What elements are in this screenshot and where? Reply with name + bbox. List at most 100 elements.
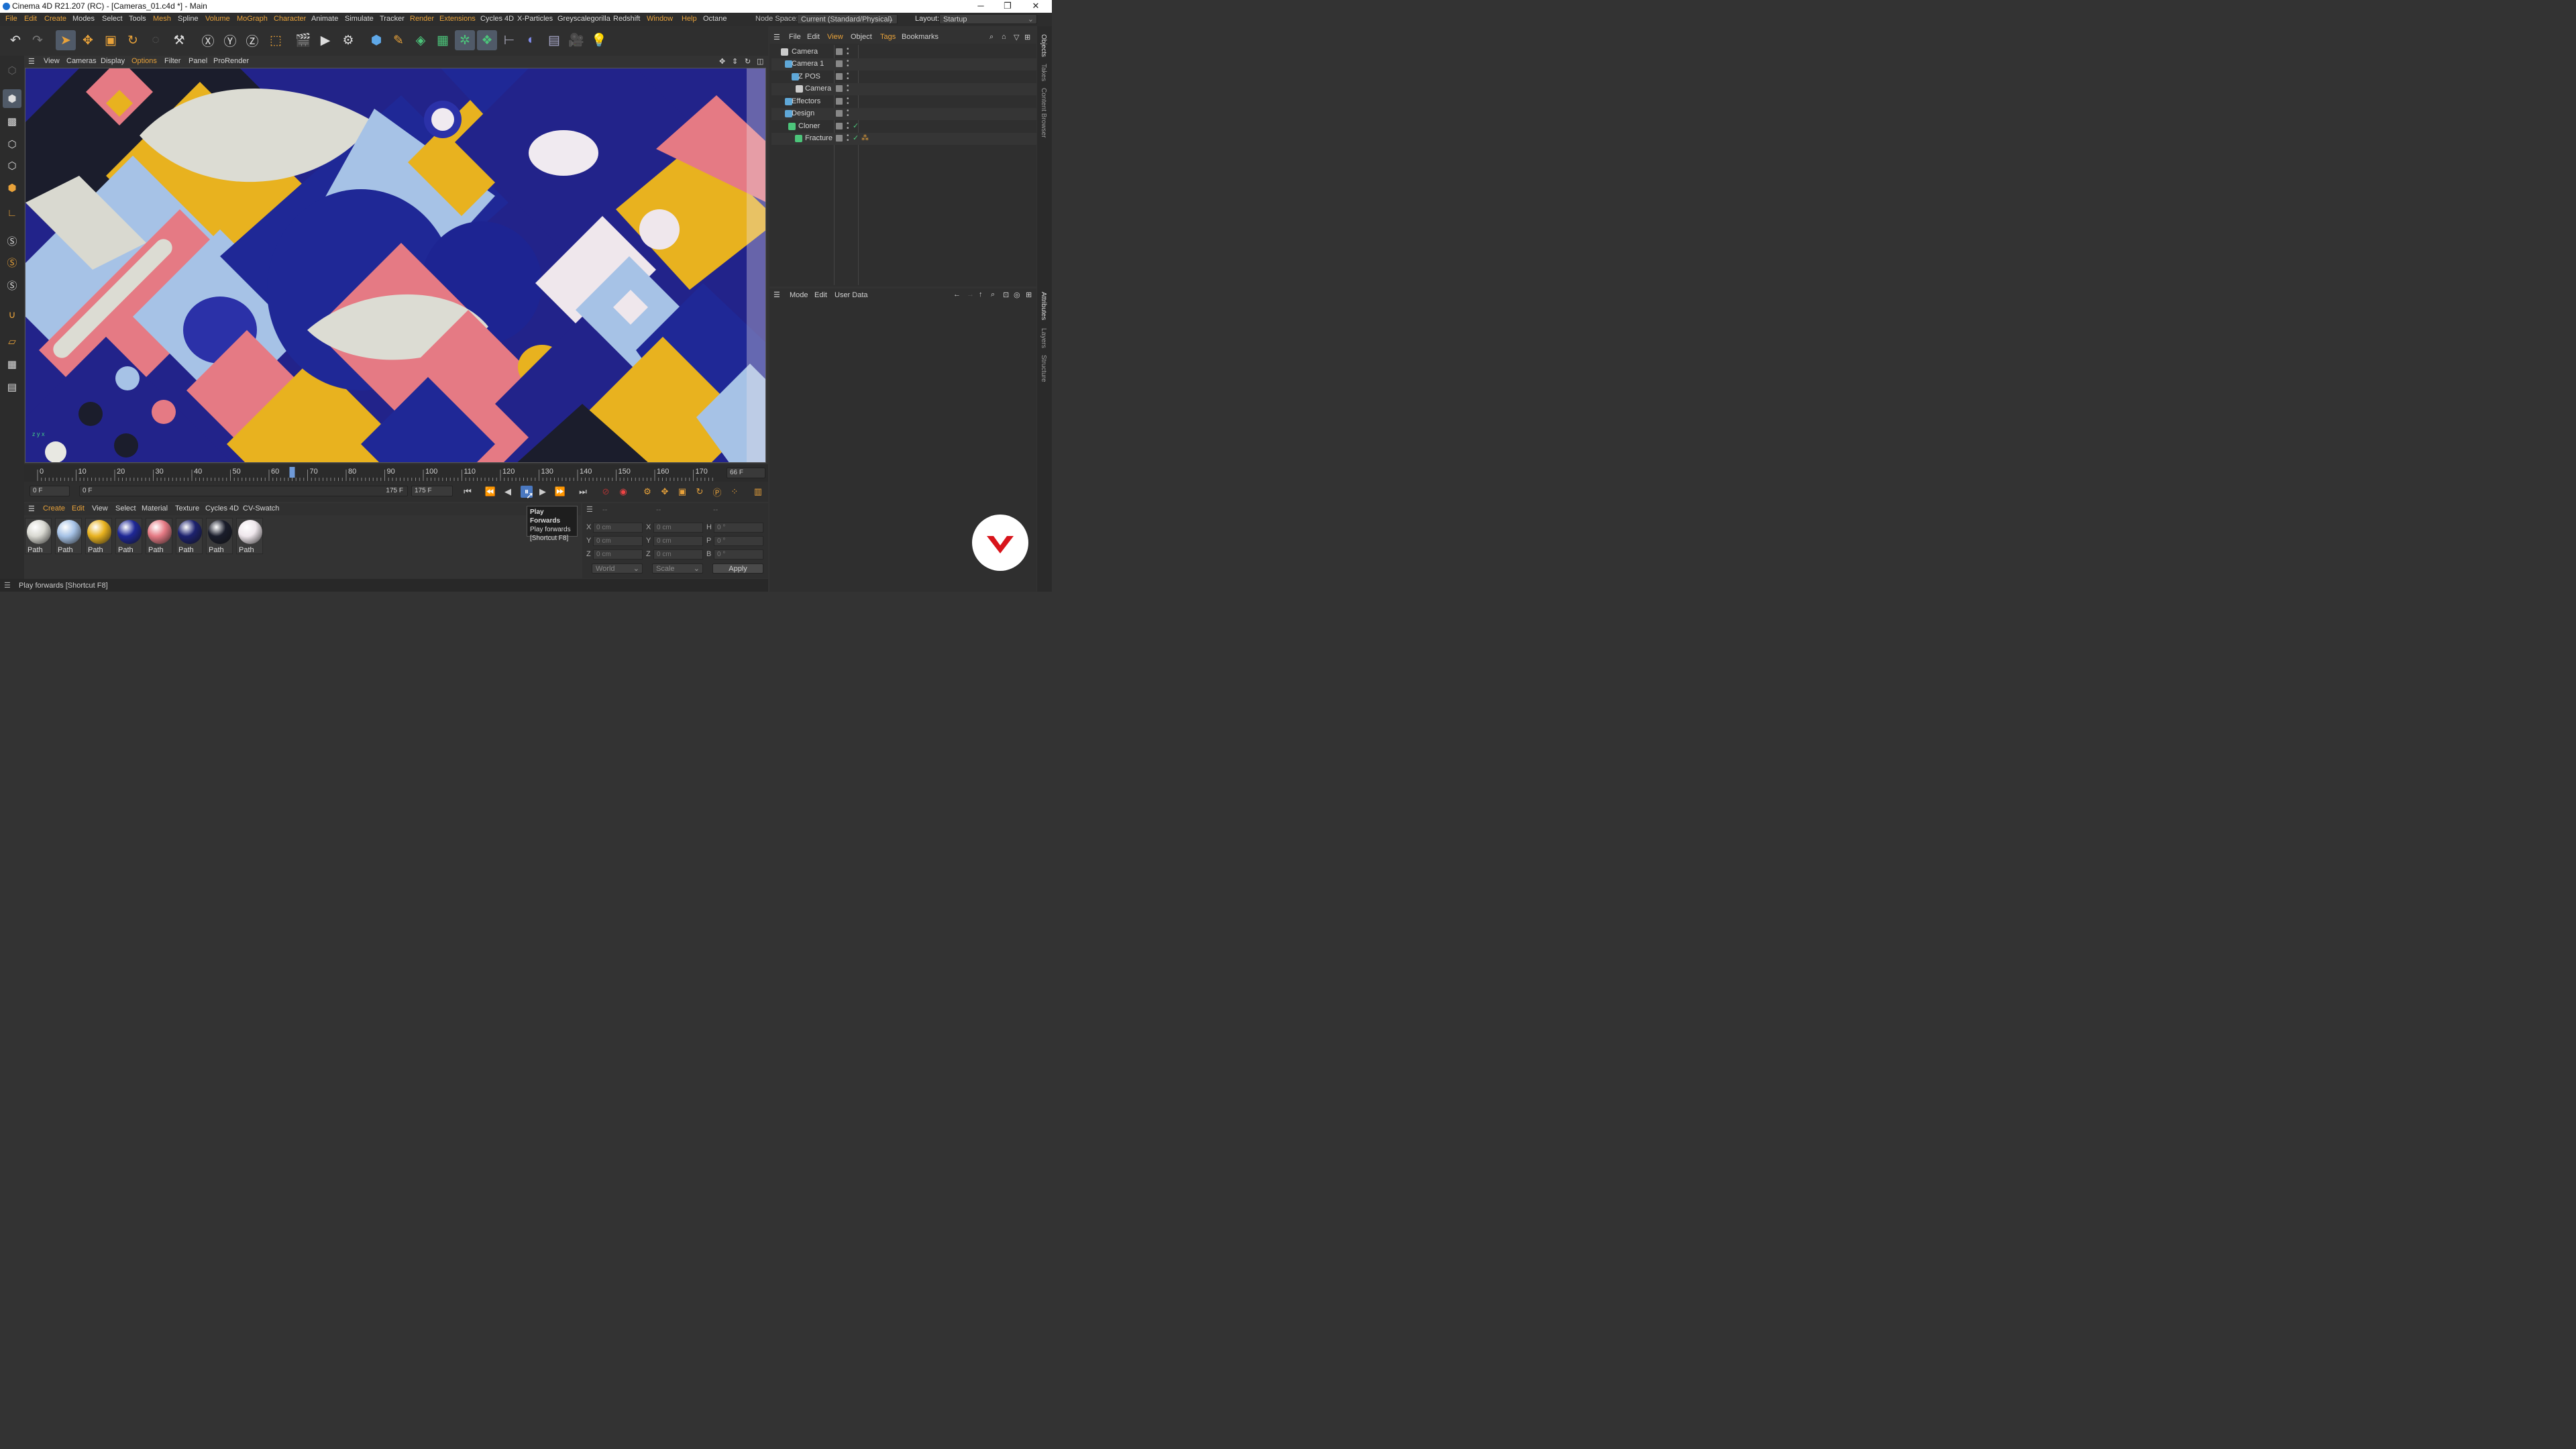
move-icon[interactable]: ✥ [78,30,98,50]
target-icon[interactable]: ◎ [1014,290,1020,299]
viewport-menu-filter[interactable]: Filter [164,57,180,65]
objects-menu-view[interactable]: View [827,33,843,41]
visibility-dots-icon[interactable]: • • [847,96,849,107]
go-to-end-icon[interactable]: ⏭ [577,486,589,498]
objects-menu-tags[interactable]: Tags [880,33,896,41]
light-icon[interactable]: 💡 [589,30,609,50]
viewport-menu-panel[interactable]: Panel [189,57,207,65]
scale-icon[interactable]: ▣ [101,30,121,50]
object-row[interactable]: Camera 1 • • [771,58,1036,70]
record-active-icon[interactable]: ⊘ [600,486,612,498]
camera-icon[interactable]: 🎥 [566,30,586,50]
material-menu-create[interactable]: Create [43,504,65,513]
tab-structure[interactable]: Structure [1040,355,1047,382]
tag-icon[interactable]: ⁂ [861,133,869,142]
edges-mode-icon[interactable]: ⬡ [3,156,21,175]
material-menu-texture[interactable]: Texture [175,504,199,513]
z-axis-lock-icon[interactable]: Ⓩ [242,30,262,50]
menu-modes[interactable]: Modes [72,15,95,23]
restore-icon[interactable]: ❐ [1000,1,1016,11]
object-row[interactable]: Camera • • [771,83,1036,95]
close-icon[interactable]: ✕ [1028,1,1044,11]
hamburger-icon[interactable]: ☰ [586,505,593,514]
material-menu-view[interactable]: View [92,504,108,513]
viewport-menu-cameras[interactable]: Cameras [66,57,97,65]
material-swatch[interactable]: Path [55,518,82,554]
arrow-left-icon[interactable]: ← [953,290,961,299]
visibility-dots-icon[interactable]: • • [847,121,849,132]
workplane-align-icon[interactable]: ▤ [3,378,21,396]
model-mode-icon[interactable]: ⬢ [3,89,21,108]
timeline-ruler[interactable]: 0 10 20 30 40 50 60 70 80 90 100 110 120 130 140 150 160… [24,464,768,482]
visibility-dots-icon[interactable]: • • [847,83,849,95]
enabled-check-icon[interactable]: ✓ [853,121,859,130]
menu-select[interactable]: Select [102,15,123,23]
toggle-panel-icon[interactable]: ◫ [757,57,763,66]
y-axis-lock-icon[interactable]: Ⓨ [220,30,240,50]
x-axis-lock-icon[interactable]: Ⓧ [198,30,218,50]
previous-frame-icon[interactable]: ◀ [502,486,514,498]
grid-lock-icon[interactable]: ▦ [3,355,21,374]
menu-cycles4d[interactable]: Cycles 4D [480,15,514,23]
parameter-key-icon[interactable]: Ⓟ [711,486,723,498]
arrow-up-icon[interactable]: ↑ [979,290,983,299]
size-y-field[interactable]: 0 cm [653,536,703,546]
attributes-menu-edit[interactable]: Edit [814,291,827,299]
material-swatch[interactable]: Path [115,518,142,554]
visibility-dots-icon[interactable]: • • [847,58,849,70]
menu-render[interactable]: Render [410,15,434,23]
hamburger-icon[interactable]: ☰ [773,290,780,299]
filter-icon[interactable]: ▽ [1014,33,1019,42]
coordinate-space-dropdown[interactable]: World ⌄ [592,564,643,574]
menu-mesh[interactable]: Mesh [153,15,171,23]
rotate-view-icon[interactable]: ↻ [745,57,751,66]
menu-create[interactable]: Create [44,15,66,23]
previous-key-icon[interactable]: ⏪ [484,486,496,498]
search-icon[interactable]: ⌕ [989,33,994,42]
menu-greyscalegorilla[interactable]: Greyscalegorilla [557,15,610,23]
material-swatch[interactable]: Path [206,518,233,554]
home-icon[interactable]: ⌂ [1002,33,1006,41]
menu-animate[interactable]: Animate [311,15,338,23]
apply-button[interactable]: Apply [712,564,763,574]
field-icon[interactable]: ◐ [521,30,541,50]
current-frame-field[interactable]: 66 F [727,468,765,478]
hamburger-icon[interactable]: ☰ [28,504,35,513]
lock-icon[interactable]: ⊡ [1003,290,1009,299]
scale-key-icon[interactable]: ▣ [676,486,688,498]
layer-icon[interactable] [836,123,843,129]
layer-icon[interactable] [836,110,843,117]
floor-icon[interactable]: ▤ [544,30,564,50]
render-settings-icon[interactable]: ⚙ [338,30,358,50]
next-frame-icon[interactable]: ▶ [537,486,549,498]
points-mode-icon[interactable]: ⬡ [3,135,21,154]
layer-icon[interactable] [836,85,843,92]
frame-range-slider[interactable]: 0 F 175 F [79,486,408,496]
menu-tools[interactable]: Tools [129,15,146,23]
3d-viewport[interactable]: z y x [25,68,766,463]
visibility-dots-icon[interactable]: • • [847,133,849,144]
size-z-field[interactable]: 0 cm [653,549,703,559]
material-swatch[interactable]: Path [236,518,263,554]
menu-octane[interactable]: Octane [703,15,727,23]
subdivision-icon[interactable]: ◈ [411,30,431,50]
enabled-check-icon[interactable]: ✓ [853,133,859,142]
material-swatch[interactable]: Path [176,518,203,554]
tab-takes[interactable]: Takes [1040,64,1047,81]
tab-layers[interactable]: Layers [1040,328,1047,348]
object-row[interactable]: Fracture • • ✓ ⁂ [771,133,1036,145]
rotate-icon[interactable]: ↻ [123,30,143,50]
go-to-start-icon[interactable]: ⏮ [462,486,474,498]
pos-z-field[interactable]: 0 cm [593,549,643,559]
material-menu-cycles4d[interactable]: Cycles 4D [205,504,239,513]
node-space-dropdown[interactable]: Current (Standard/Physical) ⌄ [797,14,898,24]
new-panel-icon[interactable]: ⊞ [1026,290,1032,299]
viewport-menu-prorender[interactable]: ProRender [213,57,249,65]
menu-help[interactable]: Help [682,15,697,23]
visibility-dots-icon[interactable]: • • [847,108,849,119]
rot-p-field[interactable]: 0 ° [714,536,763,546]
menu-redshift[interactable]: Redshift [613,15,640,23]
axis-mode-icon[interactable]: ∟ [3,203,21,222]
menu-simulate[interactable]: Simulate [345,15,374,23]
timeline-playhead[interactable] [289,467,295,478]
